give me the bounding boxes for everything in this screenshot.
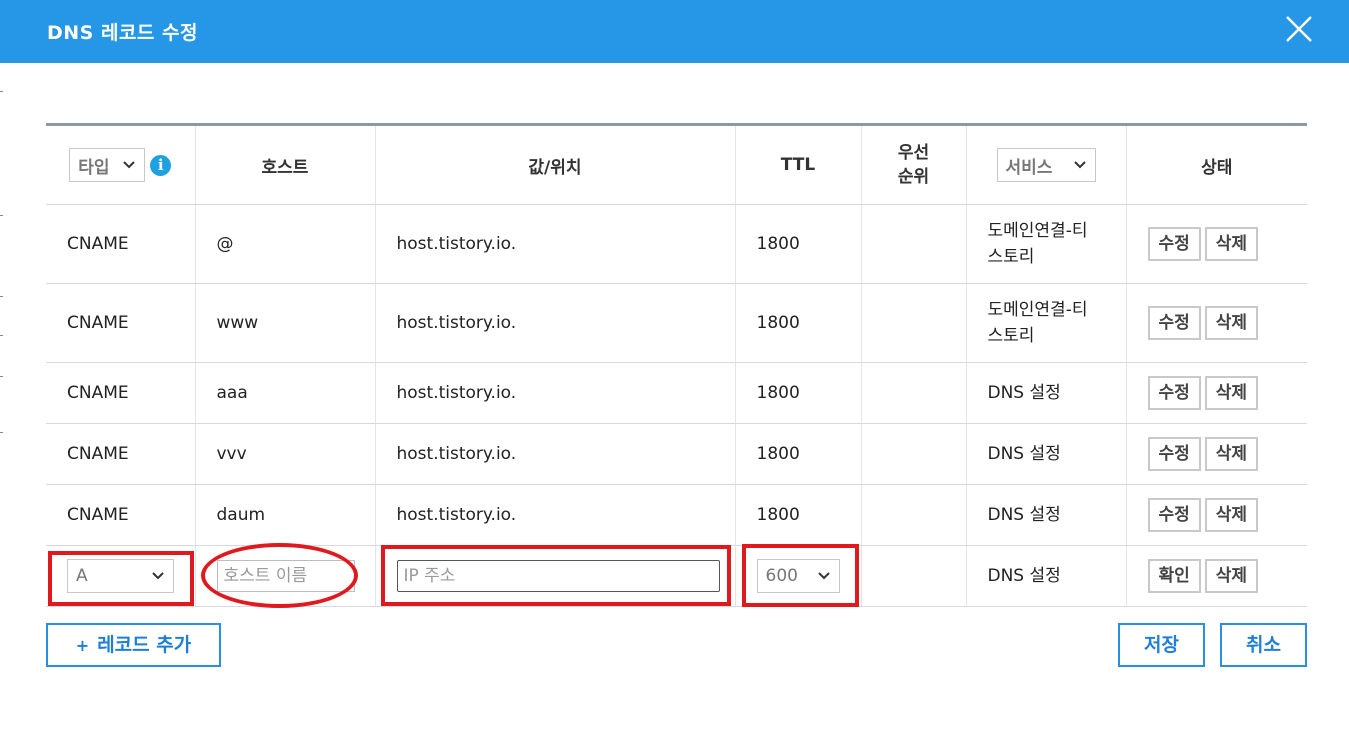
ip-address-input[interactable] — [396, 560, 720, 592]
record-priority — [861, 484, 967, 546]
chevron-down-icon — [1073, 161, 1086, 169]
table-row: CNAME aaa host.tistory.io. 1800 DNS 설정 수… — [46, 362, 1307, 424]
record-host: www — [195, 283, 376, 363]
confirm-button[interactable]: 확인 — [1147, 559, 1201, 593]
plus-icon: + — [75, 636, 90, 655]
dialog-title: DNS 레코드 수정 — [47, 22, 198, 44]
delete-button[interactable]: 삭제 — [1204, 306, 1259, 340]
table-row: CNAME vvv host.tistory.io. 1800 DNS 설정 수… — [46, 423, 1307, 485]
edit-button[interactable]: 수정 — [1147, 437, 1201, 471]
table-row: CNAME daum host.tistory.io. 1800 DNS 설정 … — [46, 484, 1307, 546]
new-record-actions: 확인 삭제 — [1126, 545, 1307, 607]
value-column-header: 값/위치 — [375, 123, 736, 205]
record-actions: 수정 삭제 — [1126, 362, 1307, 424]
record-actions: 수정 삭제 — [1126, 283, 1307, 363]
record-value: host.tistory.io. — [375, 204, 736, 284]
priority-column-header: 우선 순위 — [861, 123, 967, 205]
record-value: host.tistory.io. — [375, 484, 736, 546]
record-type: CNAME — [46, 204, 196, 284]
record-priority — [861, 362, 967, 424]
cancel-button[interactable]: 취소 — [1220, 623, 1307, 667]
edit-button[interactable]: 수정 — [1147, 376, 1201, 410]
delete-button[interactable]: 삭제 — [1204, 437, 1259, 471]
page-edge-tick — [0, 335, 3, 336]
record-host: vvv — [195, 423, 376, 485]
record-ttl: 1800 — [735, 283, 862, 363]
new-record-row: A 600 DNS 설정 확인삭제 — [46, 545, 1307, 607]
delete-button[interactable]: 삭제 — [1204, 559, 1259, 593]
record-priority — [861, 283, 967, 363]
table-header-row: 타입 i 호스트 값/위치 TTL 우선 순위 서비스 상태 — [46, 123, 1307, 205]
host-column-header: 호스트 — [195, 123, 376, 205]
save-button[interactable]: 저장 — [1118, 623, 1205, 667]
record-priority — [861, 204, 967, 284]
ttl-select[interactable]: 600 — [756, 559, 840, 593]
edit-button[interactable]: 수정 — [1147, 498, 1201, 532]
record-value: host.tistory.io. — [375, 423, 736, 485]
chevron-down-icon — [817, 572, 830, 580]
record-type: CNAME — [46, 362, 196, 424]
type-filter-select[interactable]: 타입 — [69, 148, 146, 182]
record-type: CNAME — [46, 283, 196, 363]
new-service: DNS 설정 — [966, 545, 1127, 607]
record-ttl: 1800 — [735, 423, 862, 485]
page-edge-tick — [0, 91, 3, 92]
new-priority-cell — [861, 545, 967, 607]
ttl-value: 600 — [765, 566, 798, 586]
add-record-label: 레코드 추가 — [97, 634, 192, 656]
record-type: CNAME — [46, 484, 196, 546]
dialog-title-bar: DNS 레코드 수정 — [0, 0, 1349, 63]
record-ttl: 1800 — [735, 484, 862, 546]
record-service: DNS 설정 — [966, 484, 1127, 546]
edit-button[interactable]: 수정 — [1147, 227, 1201, 261]
host-name-input[interactable] — [216, 560, 355, 592]
chevron-down-icon — [123, 161, 135, 169]
record-type: CNAME — [46, 423, 196, 485]
page-edge-tick — [0, 432, 3, 433]
record-priority — [861, 423, 967, 485]
page-edge-tick — [0, 215, 3, 216]
record-service: DNS 설정 — [966, 362, 1127, 424]
service-filter-label: 서비스 — [1005, 157, 1053, 178]
edit-button[interactable]: 수정 — [1147, 306, 1201, 340]
record-ttl: 1800 — [735, 362, 862, 424]
ttl-column-header: TTL — [735, 123, 862, 205]
record-host: @ — [195, 204, 376, 284]
new-type-cell: A — [46, 545, 196, 607]
type-column-header: 타입 i — [46, 123, 196, 205]
page-edge-tick — [0, 296, 3, 297]
table-row: CNAME @ host.tistory.io. 1800 도메인연결-티 스토… — [46, 204, 1307, 284]
new-type-select[interactable]: A — [67, 559, 174, 593]
page-edge-tick — [0, 376, 3, 377]
record-host: daum — [195, 484, 376, 546]
service-column-header: 서비스 — [966, 123, 1127, 205]
table-row: CNAME www host.tistory.io. 1800 도메인연결-티 … — [46, 283, 1307, 363]
delete-button[interactable]: 삭제 — [1204, 376, 1259, 410]
service-filter-select[interactable]: 서비스 — [996, 148, 1096, 182]
delete-button[interactable]: 삭제 — [1204, 498, 1259, 532]
status-column-header: 상태 — [1126, 123, 1307, 205]
new-value-cell — [375, 545, 736, 607]
type-filter-label: 타입 — [78, 157, 110, 178]
close-icon[interactable] — [1283, 13, 1315, 45]
record-actions: 수정 삭제 — [1126, 484, 1307, 546]
record-service: 도메인연결-티 스토리 — [966, 204, 1127, 284]
chevron-down-icon — [152, 572, 164, 580]
record-ttl: 1800 — [735, 204, 862, 284]
new-host-cell — [195, 545, 376, 607]
record-value: host.tistory.io. — [375, 362, 736, 424]
record-actions: 수정 삭제 — [1126, 423, 1307, 485]
record-service: 도메인연결-티 스토리 — [966, 283, 1127, 363]
record-actions: 수정 삭제 — [1126, 204, 1307, 284]
add-record-button[interactable]: + 레코드 추가 — [46, 623, 221, 667]
info-icon[interactable]: i — [150, 154, 172, 176]
new-type-value: A — [76, 566, 88, 586]
record-value: host.tistory.io. — [375, 283, 736, 363]
delete-button[interactable]: 삭제 — [1204, 227, 1259, 261]
new-ttl-cell: 600 — [735, 545, 862, 607]
record-host: aaa — [195, 362, 376, 424]
dns-record-table: 타입 i 호스트 값/위치 TTL 우선 순위 서비스 상태 CNAME @ h… — [46, 123, 1307, 607]
record-service: DNS 설정 — [966, 423, 1127, 485]
